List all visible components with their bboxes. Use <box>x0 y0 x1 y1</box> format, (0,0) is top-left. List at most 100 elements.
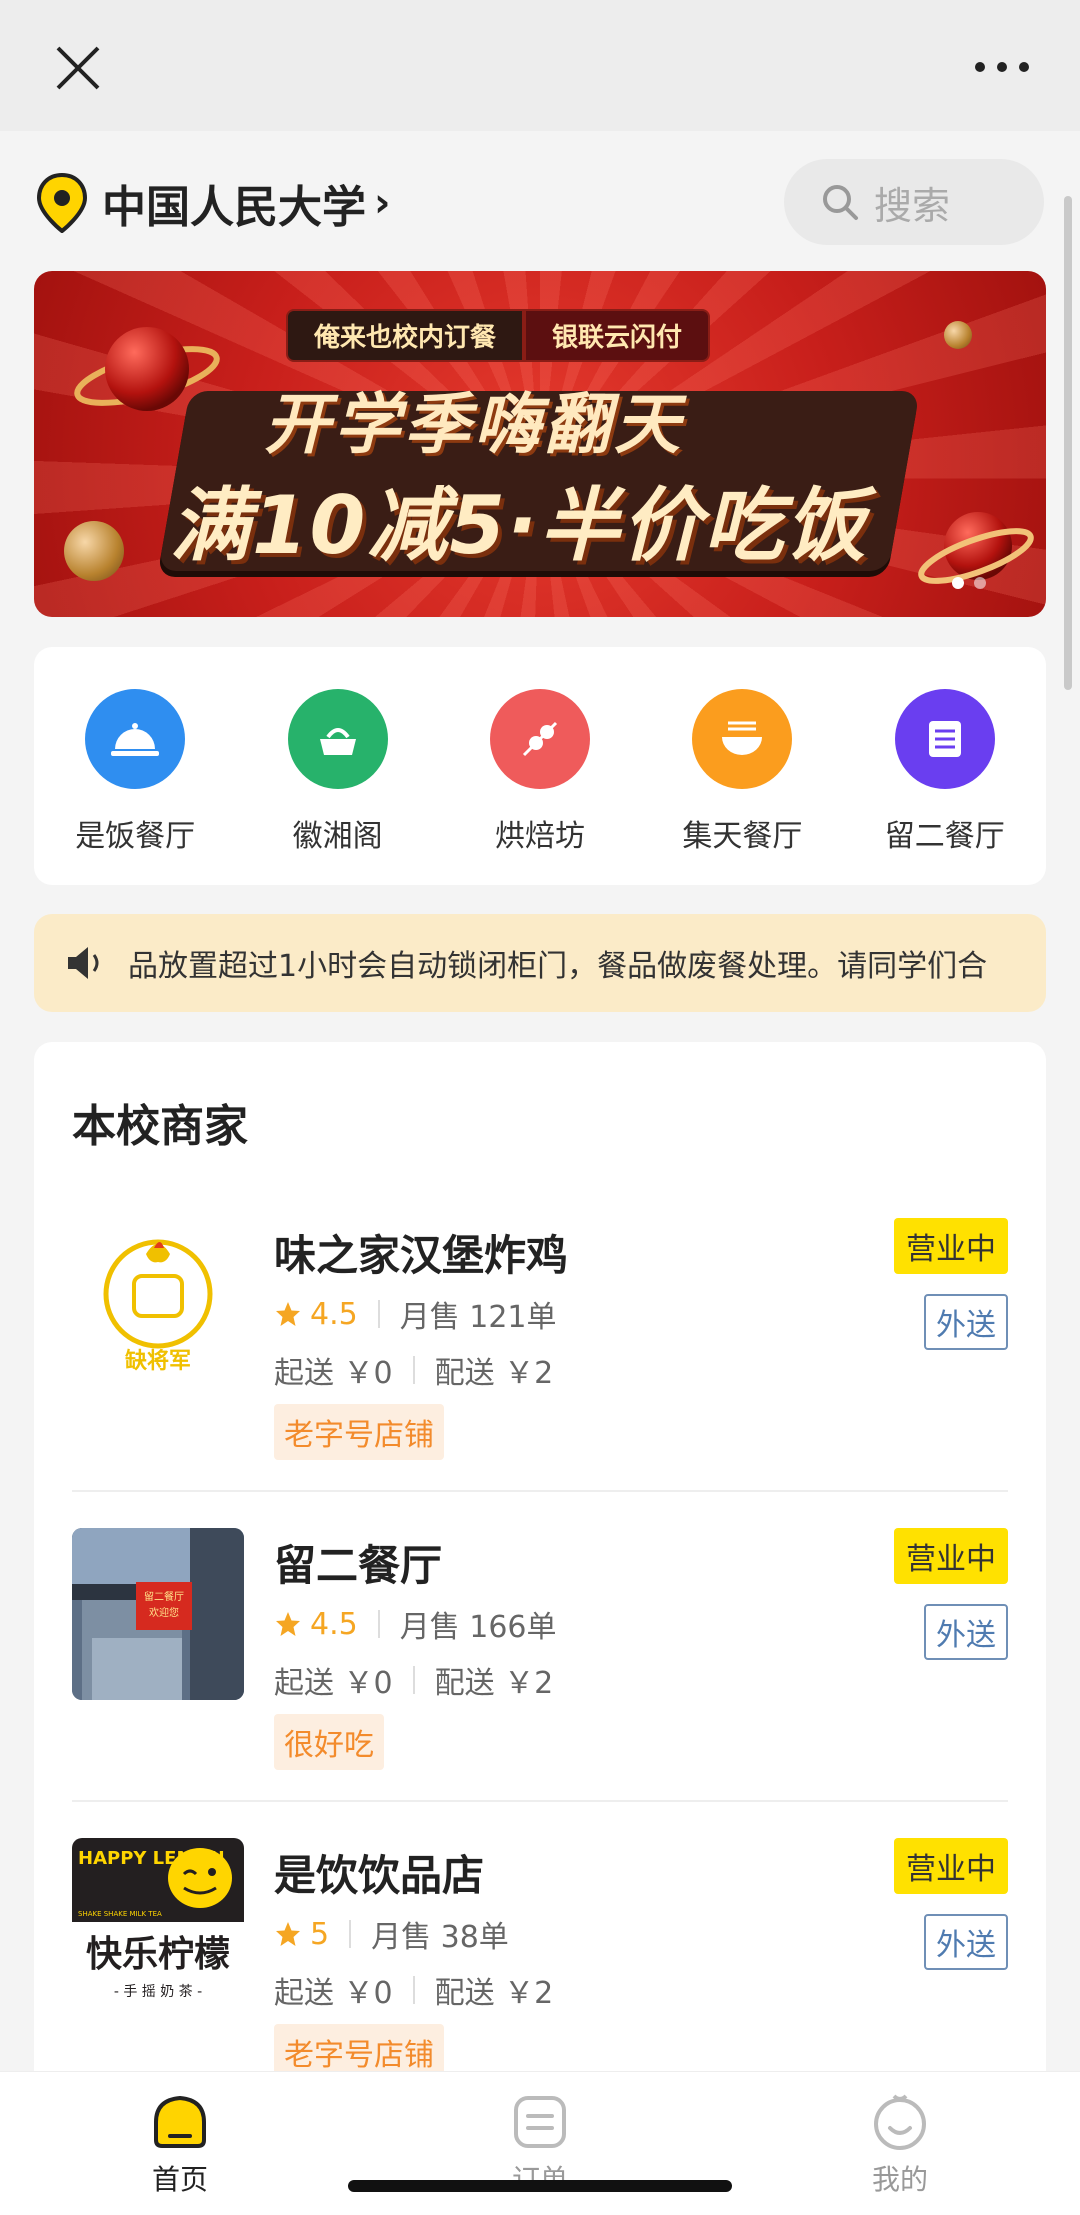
bottom-tab-bar: 首页 订单 我的 <box>0 2071 1080 2215</box>
delivery-badge: 外送 <box>924 1294 1008 1350</box>
close-icon[interactable] <box>48 38 108 98</box>
search-placeholder: 搜索 <box>874 183 951 228</box>
svg-text:缺将军: 缺将军 <box>125 1348 191 1374</box>
store-rating: 4.5 <box>310 1296 358 1332</box>
min-order: 起送 ￥0 <box>274 1666 393 1701</box>
star-icon <box>276 1302 300 1326</box>
category-label: 徽湘阁 <box>292 819 383 854</box>
store-logo: 缺将军 <box>72 1218 244 1390</box>
store-rating: 4.5 <box>310 1606 358 1642</box>
gold-ball-decoration <box>64 521 124 581</box>
star-icon <box>276 1922 300 1946</box>
divider <box>412 1356 415 1384</box>
store-stats: 5 月售 38单 <box>274 1912 509 1956</box>
category-item[interactable]: 留二餐厅 <box>855 689 1035 855</box>
tab-home[interactable]: 首页 <box>0 2072 360 2215</box>
store-fees: 起送 ￥0 配送 ￥2 <box>274 1968 553 2012</box>
min-order: 起送 ￥0 <box>274 1976 393 2011</box>
location-selector[interactable]: 中国人民大学 › <box>36 173 390 233</box>
gold-ball-decoration <box>944 321 972 349</box>
header: 中国人民大学 › 搜索 <box>0 131 1080 269</box>
monthly-sales: 月售 38单 <box>371 1920 509 1955</box>
skewer-icon <box>489 689 590 789</box>
category-label: 集天餐厅 <box>682 819 803 854</box>
banner-pagination <box>952 577 986 589</box>
orders-icon <box>514 2096 566 2148</box>
store-fees: 起送 ￥0 配送 ￥2 <box>274 1348 553 1392</box>
store-photo: 留二餐厅 欢迎您 <box>72 1528 244 1700</box>
store-logo: HAPPY LEMON SHAKE SHAKE MILK TEA 快乐柠檬 - … <box>72 1838 244 2010</box>
banner-offer: 满10减5·半价吃饭 <box>170 479 868 572</box>
more-dots-icon[interactable] <box>972 52 1032 82</box>
store-name: 是饮饮品店 <box>274 1851 485 1900</box>
monthly-sales: 月售 121单 <box>399 1300 557 1335</box>
delivery-badge: 外送 <box>924 1914 1008 1970</box>
title-bar <box>0 0 1080 131</box>
svg-text:欢迎您: 欢迎您 <box>149 1606 179 1619</box>
store-item[interactable]: HAPPY LEMON SHAKE SHAKE MILK TEA 快乐柠檬 - … <box>72 1802 1008 2082</box>
noodle-bowl-icon <box>692 689 793 789</box>
location-pin-icon <box>36 173 88 233</box>
home-icon <box>154 2095 206 2148</box>
store-tag: 老字号店铺 <box>274 1404 444 1460</box>
divider <box>349 1920 352 1948</box>
promo-banner[interactable]: 俺来也校内订餐 银联云闪付 开学季嗨翻天 满10减5·半价吃饭 <box>34 271 1046 617</box>
banner-tag-left: 俺来也校内订餐 <box>286 309 525 362</box>
tab-label: 我的 <box>871 2163 928 2196</box>
divider <box>412 1976 415 2004</box>
scrollbar[interactable] <box>1064 196 1072 690</box>
search-icon <box>823 185 858 220</box>
delivery-badge: 外送 <box>924 1604 1008 1660</box>
category-label: 烘焙坊 <box>494 819 585 854</box>
banner-dot <box>974 577 986 589</box>
store-item[interactable]: 缺将军 味之家汉堡炸鸡 4.5 月售 121单 起送 ￥0 配送 ￥2 老字号店… <box>72 1182 1008 1492</box>
category-item[interactable]: 烘焙坊 <box>450 689 630 855</box>
tab-orders[interactable]: 订单 <box>360 2072 720 2215</box>
location-name: 中国人民大学 <box>102 182 366 233</box>
store-item[interactable]: 留二餐厅 欢迎您 留二餐厅 4.5 月售 166单 起送 ￥0 配送 ￥2 很好… <box>72 1492 1008 1802</box>
notice-bar[interactable]: 品放置超过1小时会自动锁闭柜门，餐品做废餐处理。请同学们合 <box>34 914 1046 1012</box>
category-label: 留二餐厅 <box>884 819 1005 854</box>
star-icon <box>276 1612 300 1636</box>
store-tag: 很好吃 <box>274 1714 384 1770</box>
svg-text:SHAKE SHAKE MILK TEA: SHAKE SHAKE MILK TEA <box>78 1910 162 1918</box>
tab-label: 订单 <box>512 2158 568 2198</box>
store-stats: 4.5 月售 121单 <box>274 1292 557 1336</box>
delivery-fee: 配送 ￥2 <box>434 1356 554 1391</box>
store-name: 留二餐厅 <box>274 1541 443 1590</box>
delivery-fee: 配送 ￥2 <box>434 1666 554 1701</box>
banner-tag-right: 银联云闪付 <box>524 309 711 362</box>
store-fees: 起送 ￥0 配送 ￥2 <box>274 1658 553 1702</box>
bento-icon <box>287 689 388 789</box>
divider <box>377 1300 380 1328</box>
svg-text:留二餐厅: 留二餐厅 <box>144 1590 184 1603</box>
category-item[interactable]: 集天餐厅 <box>652 689 832 855</box>
svg-text:快乐柠檬: 快乐柠檬 <box>86 1934 230 1975</box>
store-stats: 4.5 月售 166单 <box>274 1602 557 1646</box>
category-grid: 是饭餐厅 徽湘阁 烘焙坊 集天餐厅 留二餐厅 <box>34 647 1046 885</box>
divider <box>377 1610 380 1638</box>
tab-label: 首页 <box>151 2163 208 2196</box>
monthly-sales: 月售 166单 <box>399 1610 557 1645</box>
chevron-right-icon: › <box>374 180 391 226</box>
banner-headline: 开学季嗨翻天 <box>264 386 684 463</box>
store-list: 本校商家 缺将军 味之家汉堡炸鸡 4.5 月售 121单 起送 ￥0 配送 ￥2… <box>34 1042 1046 2082</box>
category-label: 是饭餐厅 <box>75 819 196 854</box>
category-item[interactable]: 徽湘阁 <box>248 689 428 855</box>
search-input[interactable]: 搜索 <box>784 159 1044 245</box>
section-title: 本校商家 <box>72 1101 248 1152</box>
status-badge: 营业中 <box>894 1838 1008 1894</box>
home-indicator <box>348 2180 732 2192</box>
min-order: 起送 ￥0 <box>274 1356 393 1391</box>
status-badge: 营业中 <box>894 1218 1008 1274</box>
category-item[interactable]: 是饭餐厅 <box>45 689 225 855</box>
store-name: 味之家汉堡炸鸡 <box>274 1231 569 1280</box>
speaker-icon <box>68 947 99 979</box>
cloche-icon <box>85 689 186 789</box>
tab-profile[interactable]: 我的 <box>720 2072 1080 2215</box>
profile-icon <box>874 2094 926 2150</box>
svg-text:- 手 摇 奶 茶 -: - 手 摇 奶 茶 - <box>114 1984 202 2000</box>
banner-dot <box>952 577 964 589</box>
menu-list-icon <box>894 689 995 789</box>
status-badge: 营业中 <box>894 1528 1008 1584</box>
